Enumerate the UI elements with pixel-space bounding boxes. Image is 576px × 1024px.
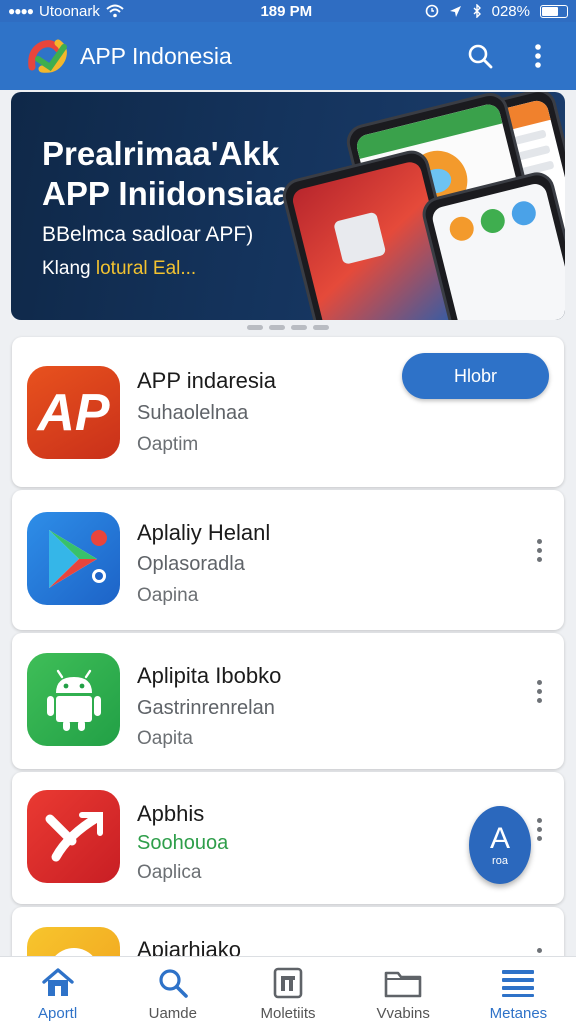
pager-dot[interactable] <box>247 325 263 330</box>
banner-tag-prefix: Klang <box>42 258 91 279</box>
app-option: Oapita <box>137 728 193 749</box>
app-option: Oapina <box>137 585 199 606</box>
floating-action-button[interactable]: A roa <box>469 806 531 884</box>
nav-label: Metanes <box>489 1005 548 1022</box>
banner-title: Prealrimaa'Akk APP Iniidonsiaa <box>42 135 291 212</box>
fab-label: roa <box>492 855 508 867</box>
menu-icon <box>501 965 535 1001</box>
carrier-name: Utoonark <box>39 2 100 20</box>
pager-dot[interactable] <box>269 325 285 330</box>
more-options-button[interactable] <box>518 36 558 76</box>
app-name: APP indaresia <box>137 368 277 393</box>
app-category: Oplasoradla <box>137 553 245 575</box>
nav-label: Aportl <box>38 1005 78 1022</box>
app-category: Gastrinrenrelan <box>137 697 275 719</box>
battery-icon <box>540 4 568 18</box>
search-icon <box>468 44 493 69</box>
banner-pager <box>0 325 576 331</box>
nav-label: Moletiits <box>260 1005 316 1022</box>
apps-icon <box>272 965 304 1001</box>
nav-item-folder[interactable]: Vvabins <box>346 957 461 1024</box>
status-time: 189 PM <box>260 2 313 20</box>
wifi-icon <box>106 4 124 18</box>
bottom-navigation: Aportl Uamde Moletiits Vvabins Metanes <box>0 956 576 1024</box>
app-more-button[interactable] <box>524 530 554 570</box>
location-icon <box>449 5 461 17</box>
nav-item-menu[interactable]: Metanes <box>461 957 576 1024</box>
nav-item-apps[interactable]: Moletiits <box>230 957 345 1024</box>
battery-percent: 028% <box>491 2 530 20</box>
nav-item-home[interactable]: Aportl <box>0 957 115 1024</box>
pager-dot[interactable] <box>313 325 329 330</box>
app-name: Apbhis <box>137 801 205 826</box>
banner-subtitle: BBelmca sadloar APF) <box>42 223 254 246</box>
app-category: Soohouoa <box>137 832 229 854</box>
android-icon <box>27 653 120 746</box>
banner-tagline: Klang lotural Eal... <box>42 258 196 280</box>
nav-label: Vvabins <box>376 1005 430 1022</box>
ap-logo-icon: AP <box>27 366 120 459</box>
app-card[interactable]: Aplaliy Helanl Oplasoradla Oapina <box>12 490 564 630</box>
app-option: Oaptim <box>137 434 199 455</box>
nav-item-search[interactable]: Uamde <box>115 957 230 1024</box>
folder-icon <box>384 965 422 1001</box>
promo-banner[interactable]: Prealrimaa'Akk APP Iniidonsiaa BBelmca s… <box>11 92 565 320</box>
banner-tag-highlight: lotural Eal... <box>95 258 197 279</box>
search-button[interactable] <box>460 36 500 76</box>
signal-icon: ●●●● <box>8 4 34 18</box>
search-icon <box>157 965 189 1001</box>
app-option: Oaplica <box>137 862 202 883</box>
nav-label: Uamde <box>148 1005 197 1022</box>
app-more-button[interactable] <box>524 671 554 711</box>
red-app-icon <box>27 790 120 883</box>
app-logo-icon <box>28 37 70 75</box>
app-bar: APP Indonesia <box>0 22 576 90</box>
fab-letter: A <box>489 822 510 855</box>
app-name: Aplaliy Helanl <box>137 520 271 545</box>
status-bar: ●●●● Utoonark 189 PM 028% <box>0 0 576 22</box>
bluetooth-icon <box>473 4 481 18</box>
play-store-icon <box>27 512 120 605</box>
app-name: Aplipita Ibobko <box>137 663 282 688</box>
app-card[interactable]: AP APP indaresia Suhaolelnaa Oaptim Hlob… <box>12 337 564 487</box>
alarm-icon <box>425 4 438 18</box>
pager-dot[interactable] <box>291 325 307 330</box>
install-button[interactable]: Hlobr <box>402 353 549 399</box>
app-title: APP Indonesia <box>80 42 232 69</box>
home-icon <box>41 965 75 1001</box>
more-vert-icon <box>535 44 541 68</box>
app-card[interactable]: Aplipita Ibobko Gastrinrenrelan Oapita <box>12 633 564 769</box>
app-category: Suhaolelnaa <box>137 402 249 424</box>
